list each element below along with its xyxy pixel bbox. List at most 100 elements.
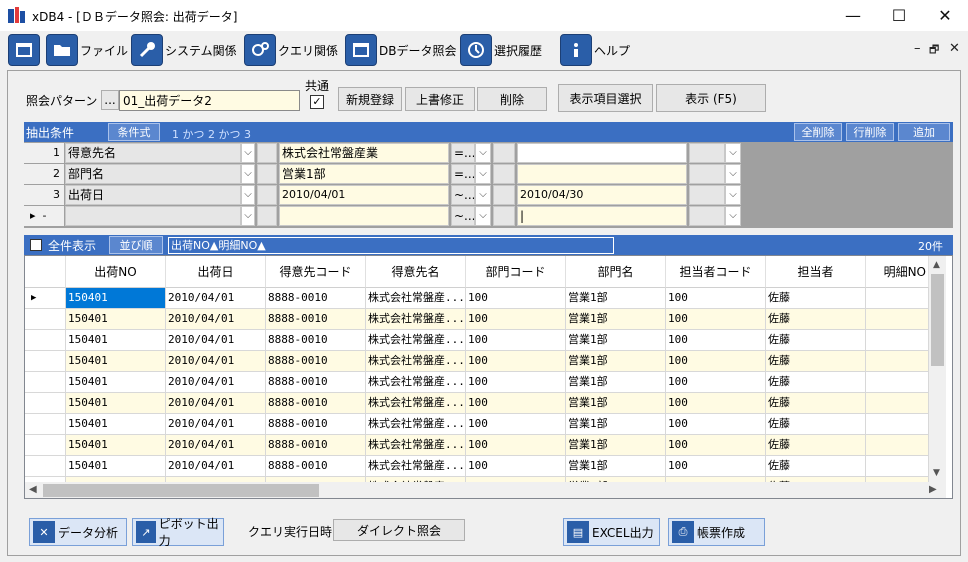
table-cell[interactable]: 100 xyxy=(466,330,566,351)
column-header[interactable]: 明細NO xyxy=(866,256,929,288)
scroll-up-icon[interactable]: ▲ xyxy=(933,260,940,270)
row-header[interactable] xyxy=(25,351,66,372)
scroll-right-icon[interactable]: ▶ xyxy=(929,484,937,495)
table-cell[interactable]: 営業1部 xyxy=(566,288,666,309)
horizontal-scroll-thumb[interactable] xyxy=(43,484,319,497)
column-header[interactable]: 部門コード xyxy=(466,256,566,288)
table-cell[interactable]: 150401 xyxy=(66,393,166,414)
table-cell[interactable] xyxy=(866,288,929,309)
table-cell[interactable]: 佐藤 xyxy=(766,330,866,351)
table-cell[interactable]: 営業1部 xyxy=(566,372,666,393)
table-cell[interactable]: 2010/04/01 xyxy=(166,351,266,372)
menu-query[interactable]: クエリ関係 xyxy=(244,34,338,66)
overwrite-button[interactable]: 上書修正 xyxy=(405,87,475,111)
chevron-down-icon[interactable]: ⌵ xyxy=(475,206,491,226)
delete-row-button[interactable]: 行削除 xyxy=(846,123,894,141)
table-cell[interactable] xyxy=(866,372,929,393)
chevron-down-icon[interactable]: ⌵ xyxy=(241,164,255,184)
table-cell[interactable] xyxy=(866,351,929,372)
table-cell[interactable]: 株式会社常盤産... xyxy=(366,372,466,393)
show-all-checkbox[interactable] xyxy=(30,239,42,251)
table-cell[interactable]: 2010/04/01 xyxy=(166,435,266,456)
display-button[interactable]: 表示 (F5) xyxy=(656,84,766,112)
condition-toggle[interactable] xyxy=(493,164,515,184)
menu-window[interactable] xyxy=(8,34,42,66)
table-cell[interactable] xyxy=(866,435,929,456)
condition-value1-input[interactable]: 株式会社常盤産業 xyxy=(279,143,449,163)
table-cell[interactable]: 100 xyxy=(466,456,566,477)
table-cell[interactable]: 150401 xyxy=(66,330,166,351)
condition-value1-input[interactable]: 営業1部 xyxy=(279,164,449,184)
chevron-down-icon[interactable]: ⌵ xyxy=(241,185,255,205)
condition-operator-select[interactable]: =... xyxy=(451,164,475,184)
table-cell[interactable]: 株式会社常盤産... xyxy=(366,330,466,351)
row-header[interactable] xyxy=(25,393,66,414)
table-cell[interactable]: 2010/04/01 xyxy=(166,288,266,309)
table-cell[interactable]: 100 xyxy=(466,309,566,330)
condition-field-select[interactable]: 出荷日 xyxy=(65,185,241,205)
table-cell[interactable]: 2010/04/01 xyxy=(166,393,266,414)
pattern-input[interactable]: 01_出荷データ2 xyxy=(119,90,300,111)
menu-help[interactable]: ヘルプ xyxy=(560,34,630,66)
horizontal-scrollbar[interactable]: ◀ ▶ xyxy=(25,482,946,498)
table-cell[interactable]: 8888-0010 xyxy=(266,435,366,456)
table-cell[interactable]: 佐藤 xyxy=(766,414,866,435)
column-header[interactable]: 担当者 xyxy=(766,256,866,288)
table-cell[interactable]: 営業1部 xyxy=(566,330,666,351)
condition-operator-select[interactable]: ~... xyxy=(451,206,475,226)
table-cell[interactable]: 営業1部 xyxy=(566,393,666,414)
condition-logic-select[interactable] xyxy=(689,143,725,163)
table-cell[interactable]: 2010/04/01 xyxy=(166,309,266,330)
condition-value1-input[interactable]: 2010/04/01 xyxy=(279,185,449,205)
chevron-down-icon[interactable]: ⌵ xyxy=(725,206,741,226)
menu-file[interactable]: ファイル xyxy=(46,34,128,66)
table-cell[interactable]: 2010/04/01 xyxy=(166,330,266,351)
table-cell[interactable]: 100 xyxy=(666,351,766,372)
table-cell[interactable]: 8888-0010 xyxy=(266,414,366,435)
vertical-scroll-thumb[interactable] xyxy=(931,274,944,366)
chevron-down-icon[interactable]: ⌵ xyxy=(475,164,491,184)
table-cell[interactable]: 100 xyxy=(666,456,766,477)
new-button[interactable]: 新規登録 xyxy=(338,87,402,111)
chevron-down-icon[interactable]: ⌵ xyxy=(241,206,255,226)
condition-toggle[interactable] xyxy=(257,143,277,163)
table-cell[interactable]: 100 xyxy=(466,351,566,372)
table-cell[interactable]: 株式会社常盤産... xyxy=(366,456,466,477)
chevron-down-icon[interactable]: ⌵ xyxy=(475,143,491,163)
table-cell[interactable]: 株式会社常盤産... xyxy=(366,309,466,330)
table-cell[interactable]: 8888-0010 xyxy=(266,393,366,414)
mdi-close-button[interactable]: ✕ xyxy=(949,41,960,56)
row-header[interactable] xyxy=(25,435,66,456)
table-cell[interactable]: 株式会社常盤産... xyxy=(366,435,466,456)
menu-db-query[interactable]: DBデータ照会 xyxy=(345,34,456,66)
condition-logic-select[interactable] xyxy=(689,164,725,184)
table-cell[interactable]: 8888-0010 xyxy=(266,456,366,477)
menu-system[interactable]: システム関係 xyxy=(131,34,237,66)
table-cell[interactable]: 8888-0010 xyxy=(266,288,366,309)
condition-operator-select[interactable]: ~... xyxy=(451,185,475,205)
table-cell[interactable]: 佐藤 xyxy=(766,288,866,309)
table-cell[interactable]: 8888-0010 xyxy=(266,309,366,330)
table-cell[interactable]: 100 xyxy=(666,288,766,309)
add-condition-button[interactable]: 追加 xyxy=(898,123,950,141)
row-header[interactable] xyxy=(25,330,66,351)
maximize-button[interactable]: ☐ xyxy=(876,0,922,31)
mdi-restore-button[interactable]: 🗗 xyxy=(929,41,939,60)
table-cell[interactable]: 100 xyxy=(666,309,766,330)
table-cell[interactable]: 100 xyxy=(666,414,766,435)
column-header[interactable]: 部門名 xyxy=(566,256,666,288)
condition-logic-select[interactable] xyxy=(689,206,725,226)
table-cell[interactable]: 佐藤 xyxy=(766,372,866,393)
chevron-down-icon[interactable]: ⌵ xyxy=(241,143,255,163)
condition-toggle[interactable] xyxy=(493,206,515,226)
chevron-down-icon[interactable]: ⌵ xyxy=(725,164,741,184)
table-cell[interactable]: 100 xyxy=(466,372,566,393)
report-button[interactable]: ⎙ 帳票作成 xyxy=(668,518,765,546)
row-header[interactable] xyxy=(25,414,66,435)
table-cell[interactable]: 8888-0010 xyxy=(266,372,366,393)
table-cell[interactable]: 100 xyxy=(466,435,566,456)
table-cell[interactable]: 株式会社常盤産... xyxy=(366,351,466,372)
pivot-output-button[interactable]: ↗ ピボット出力 xyxy=(132,517,224,548)
table-cell[interactable] xyxy=(866,456,929,477)
condition-value2-input[interactable] xyxy=(517,164,687,184)
